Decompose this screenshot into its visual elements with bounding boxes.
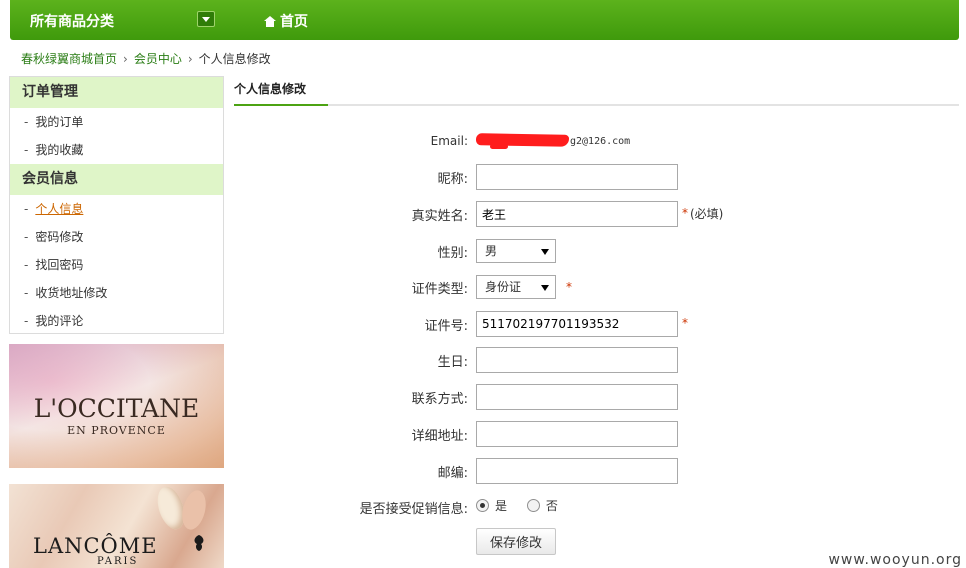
sidebar-item-my-orders[interactable]: - 我的订单 <box>10 108 223 136</box>
sidebar-item-personal-info[interactable]: - 个人信息 <box>10 195 223 223</box>
address-label: 详细地址: <box>411 429 468 444</box>
breadcrumb-link-member-center[interactable]: 会员中心 <box>134 52 182 66</box>
rose-logo-icon <box>194 535 204 551</box>
required-note: (必填) <box>690 207 724 221</box>
nickname-label: 昵称: <box>437 172 468 187</box>
required-mark: * <box>682 206 688 220</box>
promo-radio-group: 是 否 <box>476 497 574 514</box>
redaction-mark <box>490 144 508 149</box>
dropdown-arrow-icon <box>541 249 549 255</box>
home-nav-link[interactable]: 首页 <box>264 11 308 31</box>
lancome-ad-banner[interactable]: LANCÔME PARIS <box>9 484 224 568</box>
zipcode-input[interactable] <box>476 458 678 484</box>
lancome-logo-text: LANCÔME <box>33 534 158 558</box>
email-value: g2@126.com <box>570 136 631 147</box>
id-number-input[interactable] <box>476 311 678 337</box>
realname-input[interactable] <box>476 201 678 227</box>
id-type-select[interactable]: 身份证 <box>476 275 556 299</box>
promo-yes-label: 是 <box>495 499 508 513</box>
id-type-label: 证件类型: <box>411 282 468 297</box>
gender-selected-value: 男 <box>485 244 498 258</box>
occitane-ad-banner[interactable]: L'OCCITANE EN PROVENCE <box>9 344 224 468</box>
gender-select[interactable]: 男 <box>476 239 556 263</box>
promo-no-label: 否 <box>545 499 558 513</box>
breadcrumb-current: 个人信息修改 <box>198 52 271 66</box>
sidebar-item-change-password[interactable]: - 密码修改 <box>10 223 223 251</box>
email-label: Email: <box>430 134 468 148</box>
zipcode-label: 邮编: <box>437 466 468 481</box>
id-type-selected-value: 身份证 <box>485 280 522 294</box>
all-categories-title[interactable]: 所有商品分类 <box>30 11 114 31</box>
chevron-down-icon[interactable] <box>197 11 215 27</box>
birthday-input[interactable] <box>476 347 678 373</box>
address-input[interactable] <box>476 421 678 447</box>
sidebar-item-recover-password[interactable]: - 找回密码 <box>10 251 223 279</box>
required-mark: * <box>566 280 572 294</box>
contact-input[interactable] <box>476 384 678 410</box>
occitane-subtitle: EN PROVENCE <box>67 424 166 437</box>
birthday-label: 生日: <box>437 355 468 370</box>
dropdown-arrow-icon <box>541 285 549 291</box>
contact-label: 联系方式: <box>411 392 468 407</box>
gender-label: 性别: <box>437 246 468 261</box>
chevron-right-icon: › <box>187 52 193 66</box>
save-changes-button[interactable]: 保存修改 <box>476 528 556 555</box>
promo-label: 是否接受促销信息: <box>359 502 468 517</box>
realname-label: 真实姓名: <box>411 209 468 224</box>
occitane-logo-text: L'OCCITANE <box>33 394 200 423</box>
sidebar-section-order-management: 订单管理 <box>10 77 223 108</box>
sidebar-item-my-favorites[interactable]: - 我的收藏 <box>10 136 223 164</box>
brush-graphic <box>178 487 210 533</box>
watermark: www.wooyun.org <box>826 552 964 568</box>
home-label: 首页 <box>280 14 308 30</box>
sidebar-item-my-reviews[interactable]: - 我的评论 <box>10 307 223 335</box>
breadcrumb-link-mall-home[interactable]: 春秋绿翼商城首页 <box>21 52 117 66</box>
chevron-right-icon: › <box>123 52 128 66</box>
lancome-subtitle: PARIS <box>97 556 139 567</box>
sidebar: 订单管理 - 我的订单 - 我的收藏 会员信息 - 个人信息 - 密码修改 - 找回密码 … <box>9 76 224 334</box>
id-number-label: 证件号: <box>424 319 468 334</box>
sidebar-section-member-info: 会员信息 <box>10 164 223 195</box>
content-tab-bar: 个人信息修改 <box>234 76 959 106</box>
breadcrumb: 春秋绿翼商城首页 › 会员中心 › 个人信息修改 <box>21 50 271 67</box>
promo-yes-radio[interactable] <box>476 499 489 512</box>
nickname-input[interactable] <box>476 164 678 190</box>
required-mark: * <box>682 316 688 330</box>
promo-no-radio[interactable] <box>526 499 540 512</box>
tab-personal-info-edit[interactable]: 个人信息修改 <box>234 76 328 106</box>
home-icon <box>264 16 276 27</box>
top-nav-bar: 所有商品分类 首页 <box>10 0 959 40</box>
sidebar-item-shipping-address[interactable]: - 收货地址修改 <box>10 279 223 307</box>
